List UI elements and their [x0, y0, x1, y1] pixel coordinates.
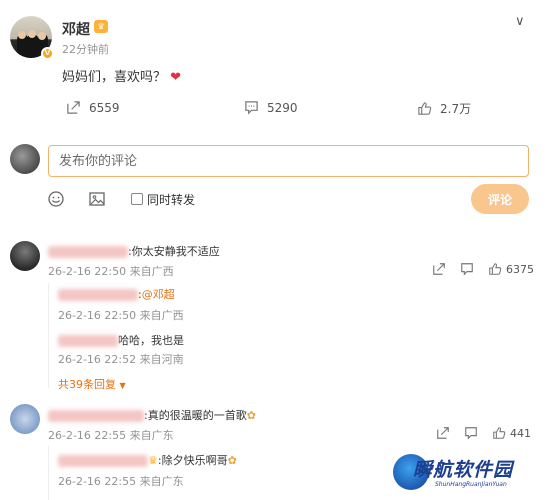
username-redacted[interactable] [58, 455, 148, 467]
reply-thread-line [48, 446, 49, 500]
crown-icon: ♛ [148, 454, 158, 467]
repost-count: 6559 [89, 100, 120, 115]
like-count: 2.7万 [440, 102, 472, 116]
comment-like-count: 6375 [506, 262, 534, 276]
hug-emoji-icon: ✿ [227, 454, 237, 467]
username-redacted[interactable] [48, 410, 144, 422]
forward-label: 同时转发 [147, 193, 196, 207]
repost-icon [67, 101, 80, 114]
comment-repost-button[interactable] [432, 262, 446, 276]
comment-meta: 26-2-16 22:55 来自广东 [48, 429, 174, 442]
my-avatar [10, 144, 40, 174]
watermark-logo: 瞬航软件园 ShunHangRuanJianYuan [393, 452, 533, 492]
member-crown-icon: ♛ [94, 20, 108, 33]
comment-repost-button[interactable] [436, 426, 450, 440]
comment-count: 5290 [267, 100, 298, 115]
repost-icon [437, 427, 449, 439]
repost-button[interactable]: 6559 [66, 100, 120, 115]
reply-thread-line [48, 283, 49, 388]
comment-reply-button[interactable] [460, 262, 474, 276]
emoji-button[interactable] [47, 190, 65, 212]
mention-link[interactable]: @邓超 [142, 288, 175, 301]
commenter-avatar[interactable] [10, 241, 40, 271]
comment-line: :真的很温暖的一首歌✿ [48, 407, 256, 423]
verified-badge-icon: V [41, 47, 54, 60]
image-button[interactable] [88, 190, 106, 212]
comment-like-count: 441 [510, 426, 531, 440]
comment-like-button[interactable]: 6375 [488, 262, 534, 276]
comment-like-button[interactable]: 441 [492, 426, 531, 440]
comment-input[interactable] [48, 145, 529, 177]
more-replies-link[interactable]: 共39条回复 ▼ [58, 376, 126, 392]
username-redacted[interactable] [58, 335, 118, 347]
thumbs-up-icon [493, 427, 506, 439]
author-name[interactable]: 邓超 [62, 19, 90, 39]
post-text: 妈妈们，喜欢吗？ ❤ [62, 66, 181, 85]
like-button[interactable]: 2.7万 [417, 100, 471, 117]
reply-meta: 26-2-16 22:52 来自河南 [58, 353, 184, 366]
reply-line: :@邓超 [58, 286, 175, 302]
comment-reply-button[interactable] [464, 426, 478, 440]
repost-icon [433, 263, 445, 275]
thumbs-up-icon [489, 263, 502, 275]
username-redacted[interactable] [58, 289, 138, 301]
chevron-down-icon[interactable]: ∨ [515, 14, 525, 29]
reply-meta: 26-2-16 22:50 来自广西 [58, 309, 184, 322]
smiley-icon [48, 191, 64, 207]
reply-line: 哈哈，我也是 [58, 332, 184, 348]
watermark-title: 瞬航软件园 [413, 459, 514, 481]
commenter-avatar[interactable] [10, 404, 40, 434]
thumbs-up-icon [418, 102, 432, 115]
post-time: 22分钟前 [62, 43, 109, 56]
heart-emoji-icon: ❤ [170, 70, 182, 85]
reply-line: ♛:除夕快乐啊哥✿ [58, 452, 237, 468]
reply-meta: 26-2-16 22:55 来自广东 [58, 475, 184, 488]
comment-button[interactable]: 5290 [244, 100, 298, 115]
comment-meta: 26-2-16 22:50 来自广西 [48, 265, 174, 278]
watermark-subtitle: ShunHangRuanJianYuan [435, 481, 507, 488]
comment-icon [461, 263, 473, 276]
forward-checkbox[interactable] [131, 193, 143, 205]
username-redacted[interactable] [48, 246, 128, 258]
triangle-down-icon: ▼ [119, 381, 126, 390]
post-body: 妈妈们，喜欢吗？ [62, 70, 167, 85]
comment-text: :你太安静我不适应 [128, 245, 220, 258]
submit-comment-button[interactable]: 评论 [471, 184, 529, 214]
image-icon [89, 192, 105, 206]
hug-emoji-icon: ✿ [246, 409, 256, 422]
comment-line: :你太安静我不适应 [48, 243, 220, 259]
comment-icon [465, 427, 477, 440]
comment-icon [245, 101, 258, 115]
